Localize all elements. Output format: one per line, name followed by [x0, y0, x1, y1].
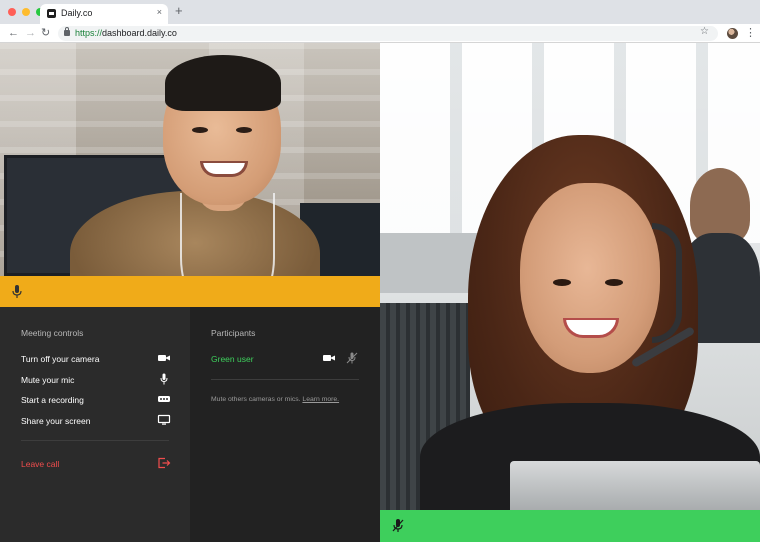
participant-eye [605, 279, 623, 286]
remote-video-status-bar [380, 510, 760, 542]
screen-share-icon [157, 414, 171, 425]
reload-icon[interactable]: ↻ [41, 26, 50, 40]
participant-eye [553, 279, 571, 286]
mic-off-icon[interactable] [345, 352, 359, 364]
participants-divider [211, 379, 359, 380]
lock-icon [64, 27, 70, 36]
tab-title: Daily.co [61, 8, 93, 18]
forward-icon[interactable]: → [25, 26, 36, 40]
meeting-controls-title: Meeting controls [21, 328, 84, 338]
leave-call-label: Leave call [21, 459, 60, 469]
leave-icon [158, 457, 171, 469]
meeting-controls-panel: Meeting controls Turn off your camera Mu… [0, 307, 190, 542]
daily-favicon-icon [47, 9, 56, 18]
background-person-head [690, 168, 750, 243]
participants-title: Participants [211, 328, 256, 338]
back-icon[interactable]: ← [8, 26, 19, 40]
new-tab-button[interactable]: + [175, 3, 183, 19]
mic-icon[interactable] [12, 285, 22, 298]
video-call: Meeting controls Turn off your camera Mu… [0, 43, 760, 542]
control-label: Share your screen [21, 416, 91, 426]
profile-avatar[interactable] [727, 28, 738, 39]
participant-hair [165, 55, 281, 111]
browser-menu-icon[interactable]: ⋮ [745, 26, 756, 40]
participant-eye [192, 127, 208, 133]
controls-divider [21, 440, 169, 441]
control-label: Mute your mic [21, 375, 75, 385]
share-screen-button[interactable]: Share your screen [21, 414, 171, 428]
camera-icon [158, 355, 170, 361]
earphone-wire [180, 193, 275, 276]
url-text: https://dashboard.daily.co [75, 28, 177, 38]
bookmark-star-icon[interactable]: ☆ [700, 26, 709, 38]
participants-hint: Mute others cameras or mics. Learn more. [211, 396, 340, 403]
participant-face [520, 183, 660, 373]
participants-panel: Participants Green user Mute others came… [190, 307, 380, 542]
browser-tab[interactable]: Daily.co × [40, 4, 168, 24]
record-icon [158, 396, 170, 402]
learn-more-link[interactable]: Learn more. [302, 396, 339, 403]
turn-off-camera-button[interactable]: Turn off your camera [21, 352, 171, 366]
control-label: Turn off your camera [21, 354, 100, 364]
control-label: Start a recording [21, 395, 84, 405]
window-controls [8, 8, 44, 16]
address-bar[interactable]: https://dashboard.daily.co [58, 26, 718, 41]
browser-tab-bar: Daily.co × + [0, 0, 760, 24]
participant-eye [236, 127, 252, 133]
laptop [510, 461, 760, 510]
close-window-button[interactable] [8, 8, 16, 16]
tab-close-icon[interactable]: × [157, 7, 162, 17]
minimize-window-button[interactable] [22, 8, 30, 16]
remote-video-tile [380, 43, 760, 510]
start-recording-button[interactable]: Start a recording [21, 393, 171, 407]
mute-mic-button[interactable]: Mute your mic [21, 373, 171, 387]
participant-name: Green user [211, 354, 254, 364]
mic-off-icon[interactable] [392, 519, 404, 532]
headset [652, 223, 682, 343]
local-video-tile [0, 43, 380, 276]
mic-icon [160, 373, 168, 385]
leave-call-button[interactable]: Leave call [21, 457, 171, 471]
camera-icon[interactable] [322, 352, 336, 364]
browser-toolbar: ← → ↻ https://dashboard.daily.co ☆ ⋮ [0, 24, 760, 43]
local-video-status-bar [0, 276, 380, 307]
